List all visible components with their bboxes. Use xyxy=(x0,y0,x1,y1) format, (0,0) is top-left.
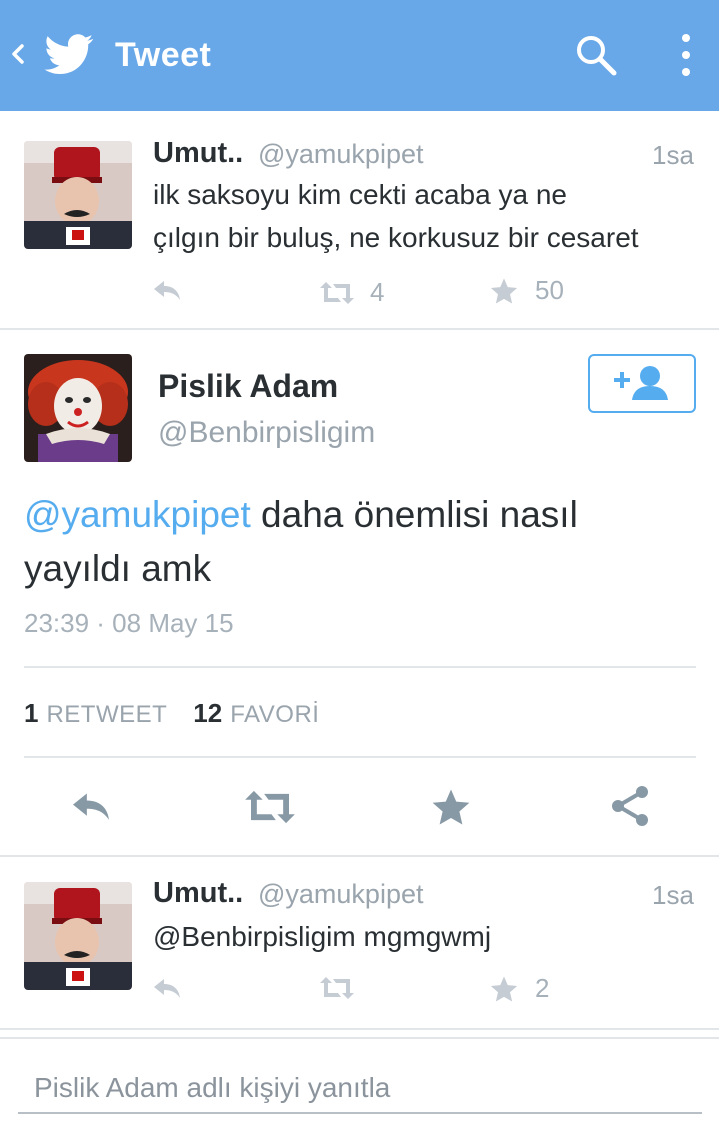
author-handle[interactable]: @Benbirpisligim xyxy=(158,416,375,450)
author-handle[interactable]: @yamukpipet xyxy=(258,879,423,910)
page-title: Tweet xyxy=(115,36,212,74)
favorite-button[interactable] xyxy=(430,786,472,828)
tweet-text: @yamukpipet daha önemlisi nasıl yayıldı … xyxy=(24,488,704,596)
tweet-text-line: çılgın bir buluş, ne korkusuz bir cesare… xyxy=(153,222,639,253)
favorite-count: 50 xyxy=(535,275,564,305)
reply-icon xyxy=(154,281,180,300)
retweet-icon xyxy=(245,790,295,824)
star-icon xyxy=(490,976,518,1001)
tweet-row[interactable]: Umut.. @yamukpipet 1sa @Benbirpisligim m… xyxy=(0,857,719,1027)
retweet-icon xyxy=(320,977,354,999)
twitter-bird-icon xyxy=(44,34,94,76)
tweet-time: 1sa xyxy=(652,880,694,910)
retweet-label[interactable]: RETWEET xyxy=(46,701,167,729)
reply-input[interactable]: Pislik Adam adlı kişiyi yanıtla xyxy=(18,1066,702,1114)
author-name[interactable]: Umut.. xyxy=(153,137,243,170)
divider xyxy=(0,1028,719,1030)
tweet-time: 1sa xyxy=(652,140,694,170)
favorite-label[interactable]: FAVORİ xyxy=(230,701,319,729)
tweet-stats: 1 RETWEET 12 FAVORİ xyxy=(24,698,345,729)
author-handle[interactable]: @yamukpipet xyxy=(258,139,423,170)
avatar[interactable] xyxy=(24,882,132,990)
favorite-button[interactable]: 50 xyxy=(489,275,564,306)
avatar[interactable] xyxy=(24,354,132,462)
tweet-text-line: ilk saksoyu kim cekti acaba ya ne xyxy=(153,179,567,210)
retweet-icon xyxy=(320,281,354,304)
reply-button[interactable] xyxy=(68,788,114,824)
retweet-button[interactable]: 4 xyxy=(318,277,384,308)
avatar[interactable] xyxy=(24,141,132,249)
tweet-text-line: yayıldı amk xyxy=(24,548,212,589)
share-icon xyxy=(612,786,648,826)
tweet-row[interactable]: Umut.. @yamukpipet 1sa ilk saksoyu kim c… xyxy=(0,111,719,329)
mention-link[interactable]: @yamukpipet xyxy=(24,494,251,535)
tweet-text-line: @Benbirpisligim mgmgwmj xyxy=(153,921,492,952)
favorite-count: 2 xyxy=(535,973,550,1003)
star-icon xyxy=(432,789,470,825)
divider xyxy=(24,666,696,668)
add-user-icon xyxy=(614,366,668,400)
reply-icon xyxy=(154,979,180,998)
author-name[interactable]: Pislik Adam xyxy=(158,368,338,405)
reply-icon xyxy=(73,793,109,820)
reply-button[interactable] xyxy=(151,277,183,303)
more-vertical-icon[interactable] xyxy=(672,30,700,80)
tweet-timestamp: 23:39 · 08 May 15 xyxy=(24,608,234,638)
follow-button[interactable] xyxy=(588,354,696,413)
favorite-button[interactable]: 2 xyxy=(489,973,549,1004)
top-app-bar: Tweet xyxy=(0,0,719,111)
reply-button[interactable] xyxy=(151,975,183,1001)
favorite-count[interactable]: 12 xyxy=(193,698,222,729)
chevron-left-icon[interactable] xyxy=(10,36,26,72)
divider xyxy=(24,756,696,758)
search-icon[interactable] xyxy=(574,33,618,77)
reply-placeholder: Pislik Adam adlı kişiyi yanıtla xyxy=(34,1072,391,1103)
share-button[interactable] xyxy=(608,784,652,828)
tweet-text-rest: daha önemlisi nasıl xyxy=(250,494,578,535)
retweet-count: 4 xyxy=(370,277,385,307)
divider xyxy=(0,1037,719,1039)
retweet-count[interactable]: 1 xyxy=(24,698,38,729)
retweet-button[interactable] xyxy=(242,788,298,826)
star-icon xyxy=(490,278,518,303)
author-name[interactable]: Umut.. xyxy=(153,877,243,910)
retweet-button[interactable] xyxy=(318,975,356,1001)
